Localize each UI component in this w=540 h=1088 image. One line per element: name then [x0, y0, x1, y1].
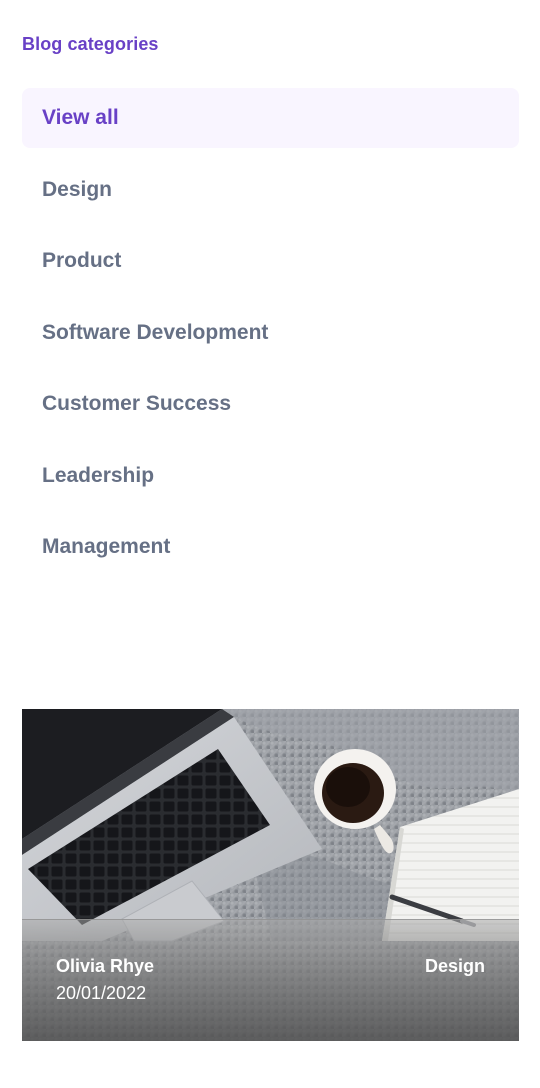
category-item-software-development[interactable]: Software Development: [22, 303, 519, 363]
category-item-management[interactable]: Management: [22, 517, 519, 577]
post-date: 20/01/2022: [56, 983, 147, 1003]
category-list: View all Design Product Software Develop…: [22, 88, 519, 589]
category-item-leadership[interactable]: Leadership: [22, 446, 519, 506]
category-item-customer-success[interactable]: Customer Success: [22, 374, 519, 434]
blog-page: Blog categories View all Design Product …: [0, 0, 540, 1088]
blog-categories-heading: Blog categories: [22, 34, 159, 54]
post-category-tag: Design: [424, 956, 485, 976]
category-item-product[interactable]: Product: [22, 231, 519, 291]
post-info-overlay: [22, 919, 519, 1041]
category-item-view-all[interactable]: View all: [22, 88, 519, 148]
category-item-design[interactable]: Design: [22, 160, 519, 220]
post-author: Olivia Rhye: [56, 956, 155, 976]
featured-post-card[interactable]: Olivia Rhye 20/01/2022 Design: [22, 709, 519, 1041]
